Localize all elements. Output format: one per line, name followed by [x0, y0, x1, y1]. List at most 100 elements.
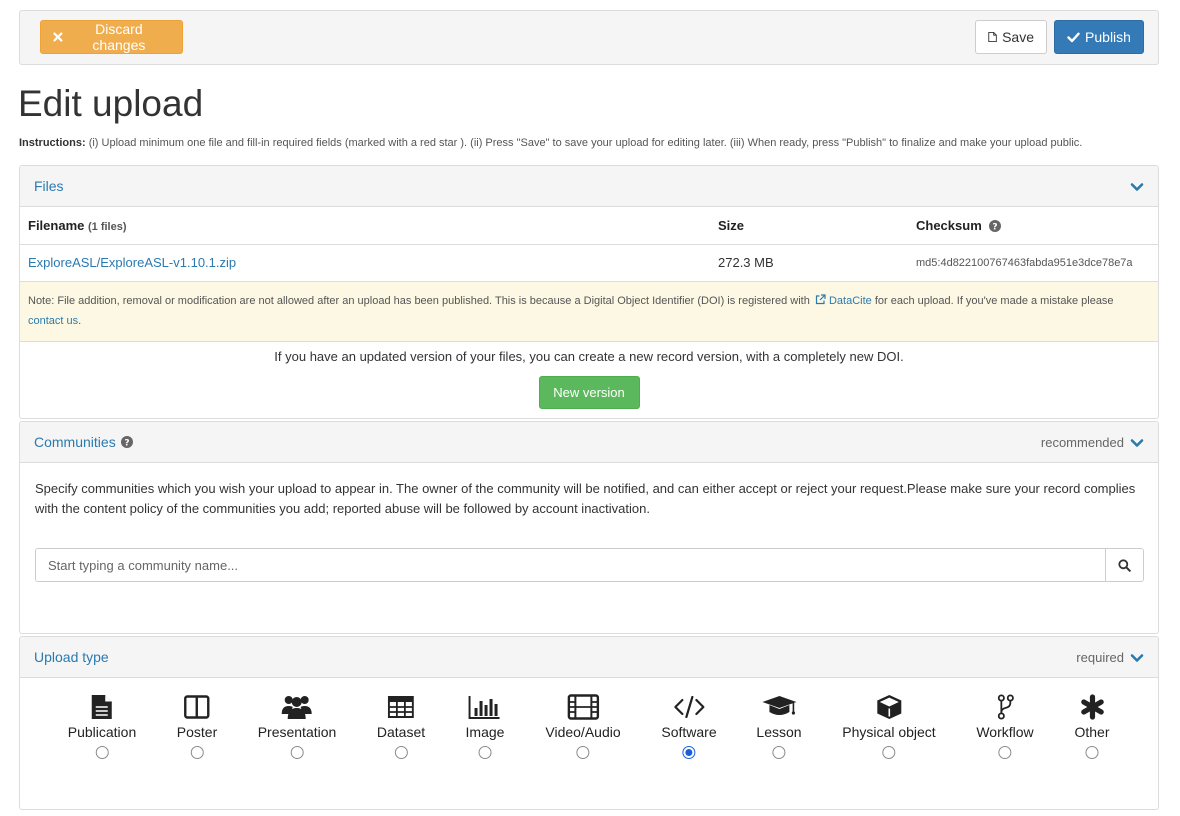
communities-heading: Communities [34, 434, 116, 450]
community-search-button[interactable] [1105, 549, 1143, 581]
upload-type-label: Lesson [756, 724, 802, 740]
discard-changes-button[interactable]: Discard changes [40, 20, 183, 54]
graduation-cap-icon [762, 696, 796, 715]
chevron-down-icon[interactable] [1130, 653, 1144, 663]
communities-body: Specify communities which you wish your … [20, 463, 1158, 633]
upload-type-label: Workflow [976, 724, 1034, 740]
film-icon [567, 694, 599, 720]
publish-label: Publish [1085, 29, 1131, 45]
instructions-label: Instructions: [19, 137, 86, 149]
upload-type-image[interactable]: Image [465, 692, 505, 759]
files-table: Filename (1 files) Size Checksum ? Explo… [20, 207, 1158, 282]
new-version-button[interactable]: New version [538, 375, 640, 409]
upload-type-radio[interactable] [882, 746, 896, 759]
upload-type-label: Image [465, 724, 505, 740]
upload-type-radio[interactable] [772, 746, 786, 759]
required-badge: required [1076, 650, 1124, 665]
contact-us-link[interactable]: contact us [28, 315, 78, 327]
chevron-down-icon[interactable] [1130, 182, 1144, 192]
upload-type-radio[interactable] [998, 746, 1012, 759]
group-icon [281, 696, 312, 719]
upload-type-label: Poster [176, 724, 218, 740]
note-text-before: Note: File addition, removal or modifica… [28, 294, 810, 307]
upload-type-radio[interactable] [478, 746, 492, 759]
upload-type-radio[interactable] [290, 746, 304, 759]
upload-type-label: Publication [67, 724, 137, 740]
upload-type-label: Dataset [376, 724, 426, 740]
action-toolbar: Discard changes Save Publish [19, 10, 1159, 65]
upload-type-radio[interactable] [1085, 746, 1099, 759]
file-checksum: md5:4d822100767463fabda951e3dce78e7a [908, 244, 1158, 282]
upload-type-presentation[interactable]: Presentation [257, 692, 337, 759]
recommended-badge: recommended [1040, 435, 1124, 450]
code-icon [673, 696, 705, 718]
question-circle-icon[interactable]: ? [989, 219, 1002, 232]
upload-type-label: Presentation [257, 724, 337, 740]
fork-icon [997, 694, 1014, 720]
check-icon [1067, 32, 1080, 42]
file-icon [988, 32, 997, 42]
instructions: Instructions: (i) Upload minimum one fil… [19, 137, 1159, 149]
upload-type-heading: Upload type [34, 649, 109, 665]
cube-icon [876, 695, 901, 719]
checksum-header-label: Checksum [916, 217, 982, 233]
note-text-after: for each upload. If you've made a mistak… [874, 294, 1114, 307]
discard-changes-label: Discard changes [92, 21, 146, 53]
upload-type-dataset[interactable]: Dataset [377, 692, 425, 759]
new-version-text: If you have an updated version of your f… [274, 348, 904, 364]
upload-type-radio[interactable] [394, 746, 408, 759]
upload-type-options: Publication Poster Presentation Dataset … [20, 678, 1158, 809]
upload-type-panel: Upload type required Publication Poster … [19, 636, 1159, 810]
close-icon [53, 32, 63, 42]
search-icon [1118, 558, 1131, 572]
instructions-text: (i) Upload minimum one file and fill-in … [88, 137, 1083, 149]
upload-type-other[interactable]: Other [1074, 692, 1110, 759]
upload-type-label: Video/Audio [545, 724, 621, 740]
upload-type-publication[interactable]: Publication [67, 692, 137, 759]
upload-type-label: Other [1074, 724, 1110, 740]
upload-type-video-audio[interactable]: Video/Audio [545, 692, 621, 759]
files-panel: Files Filename (1 files) Size Checksum ?… [19, 165, 1159, 419]
upload-type-label: Physical object [842, 724, 936, 740]
upload-type-lesson[interactable]: Lesson [756, 692, 802, 759]
filename-header-label: Filename [28, 217, 85, 233]
poster-icon [184, 695, 210, 719]
upload-type-workflow[interactable]: Workflow [976, 692, 1034, 759]
file-count: (1 files) [87, 220, 127, 233]
filename-column-header: Filename (1 files) [20, 207, 710, 245]
communities-description: Specify communities which you wish your … [35, 481, 1136, 516]
upload-type-poster[interactable]: Poster [177, 692, 217, 759]
upload-type-radio[interactable] [576, 746, 590, 759]
asterisk-icon [1080, 694, 1104, 720]
page-title: Edit upload [18, 83, 204, 124]
upload-type-physical-object[interactable]: Physical object [842, 692, 936, 759]
upload-type-panel-header[interactable]: Upload type required [20, 637, 1158, 678]
upload-type-radio[interactable] [190, 746, 204, 759]
new-version-section: If you have an updated version of your f… [20, 342, 1158, 419]
question-circle-icon[interactable]: ? [120, 436, 133, 448]
datacite-link[interactable]: DataCite [829, 295, 872, 307]
upload-type-label: Software [661, 724, 717, 740]
upload-type-radio[interactable] [95, 746, 109, 759]
community-search [35, 548, 1144, 582]
note-text-end: . [78, 314, 82, 327]
svg-text:?: ? [993, 222, 998, 232]
upload-type-software[interactable]: Software [661, 692, 717, 759]
save-button[interactable]: Save [975, 20, 1047, 54]
files-panel-header[interactable]: Files [20, 166, 1158, 207]
checksum-column-header: Checksum ? [908, 207, 1158, 245]
communities-panel-header[interactable]: Communities ? recommended [20, 422, 1158, 463]
bar-chart-icon [468, 696, 500, 719]
file-size: 272.3 MB [710, 244, 908, 282]
size-column-header: Size [710, 207, 908, 245]
chevron-down-icon[interactable] [1130, 438, 1144, 448]
community-search-input[interactable] [36, 549, 1105, 581]
publish-button[interactable]: Publish [1054, 20, 1144, 54]
file-link[interactable]: ExploreASL/ExploreASL-v1.10.1.zip [28, 255, 236, 270]
upload-type-radio-selected[interactable] [682, 746, 696, 759]
table-icon [388, 696, 414, 718]
external-link-icon [815, 293, 826, 304]
svg-text:?: ? [124, 438, 129, 448]
document-icon [92, 695, 112, 719]
publish-note: Note: File addition, removal or modifica… [20, 281, 1158, 342]
